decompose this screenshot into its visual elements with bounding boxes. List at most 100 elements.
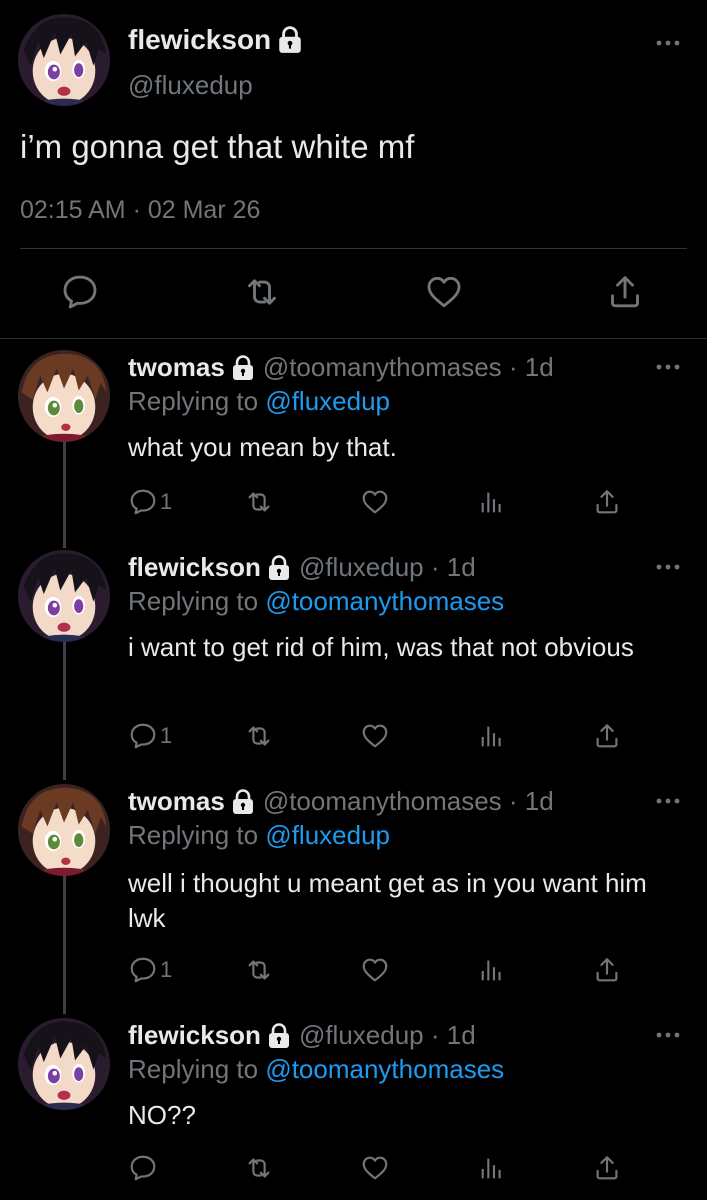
mention-link[interactable]: @toomanythomases <box>265 586 504 616</box>
views-icon <box>476 721 506 751</box>
mention-link[interactable]: @fluxedup <box>265 386 390 416</box>
main-tweet: flewickson @fluxedup i’m gonna get that … <box>0 0 707 338</box>
display-name[interactable]: twomas <box>128 786 225 817</box>
display-name[interactable]: twomas <box>128 352 225 383</box>
views-icon <box>476 955 506 985</box>
action-bar <box>0 1152 707 1188</box>
views-icon <box>476 487 506 517</box>
reply-count: 1 <box>160 489 173 514</box>
reply-tweet[interactable]: twomas @toomanythomases · 1d Replying to… <box>0 338 707 548</box>
handle-time[interactable]: @fluxedup · 1d <box>299 1020 476 1051</box>
reply-text: what you mean by that. <box>128 432 397 462</box>
reply-button[interactable]: 1 <box>128 720 172 752</box>
replying-to: Replying to @fluxedup <box>128 386 390 417</box>
reply-icon[interactable] <box>60 272 100 312</box>
share-icon[interactable] <box>605 272 645 312</box>
views-icon <box>476 1153 506 1183</box>
retweet-icon <box>244 721 274 751</box>
handle-time[interactable]: @toomanythomases · 1d <box>263 352 554 383</box>
lock-icon <box>277 26 303 54</box>
like-icon <box>360 1153 390 1183</box>
author-row: flewickson <box>128 24 303 56</box>
replying-prefix: Replying to <box>128 820 266 850</box>
more-icon[interactable] <box>655 562 681 572</box>
reply-header: flewickson @fluxedup · 1d <box>128 552 476 583</box>
like-icon <box>360 487 390 517</box>
reply-tweet[interactable]: flewickson @fluxedup · 1d Replying to @t… <box>0 538 707 772</box>
share-icon <box>592 955 622 985</box>
reply-text: well i thought u meant get as in you wan… <box>128 868 647 933</box>
lock-icon <box>231 789 255 815</box>
share-button[interactable] <box>592 720 622 752</box>
reply-icon <box>128 487 158 517</box>
reply-text: i want to get rid of him, was that not o… <box>128 632 634 662</box>
like-icon <box>360 721 390 751</box>
reply-button[interactable] <box>128 1152 160 1184</box>
share-button[interactable] <box>592 1152 622 1184</box>
handle-time[interactable]: @toomanythomases · 1d <box>263 786 554 817</box>
share-button[interactable] <box>592 954 622 986</box>
retweet-icon[interactable] <box>242 272 282 312</box>
retweet-button[interactable] <box>244 954 274 986</box>
replying-prefix: Replying to <box>128 586 266 616</box>
display-name[interactable]: flewickson <box>128 24 271 56</box>
replying-prefix: Replying to <box>128 386 266 416</box>
retweet-button[interactable] <box>244 486 274 518</box>
replying-prefix: Replying to <box>128 1054 266 1084</box>
more-icon[interactable] <box>655 796 681 806</box>
views-button[interactable] <box>476 720 506 752</box>
retweet-button[interactable] <box>244 1152 274 1184</box>
avatar[interactable] <box>18 14 110 106</box>
like-button[interactable] <box>360 954 390 986</box>
avatar[interactable] <box>18 550 110 642</box>
more-icon[interactable] <box>655 38 681 48</box>
reply-text: NO?? <box>128 1100 196 1130</box>
retweet-icon <box>244 487 274 517</box>
timestamp[interactable]: 02:15 AM · 02 Mar 26 <box>20 196 260 225</box>
views-button[interactable] <box>476 954 506 986</box>
reply-count: 1 <box>160 723 173 748</box>
reply-button[interactable]: 1 <box>128 486 172 518</box>
display-name[interactable]: flewickson <box>128 552 261 583</box>
more-icon[interactable] <box>655 362 681 372</box>
reply-count: 1 <box>160 957 173 982</box>
avatar[interactable] <box>18 1018 110 1110</box>
replying-to: Replying to @fluxedup <box>128 820 390 851</box>
display-name[interactable]: flewickson <box>128 1020 261 1051</box>
reply-header: twomas @toomanythomases · 1d <box>128 352 554 383</box>
retweet-icon <box>244 955 274 985</box>
views-button[interactable] <box>476 1152 506 1184</box>
avatar[interactable] <box>18 784 110 876</box>
replying-to: Replying to @toomanythomases <box>128 1054 504 1085</box>
share-icon <box>592 487 622 517</box>
lock-icon <box>267 1023 291 1049</box>
mention-link[interactable]: @fluxedup <box>265 820 390 850</box>
retweet-icon <box>244 1153 274 1183</box>
action-bar: 1 <box>0 954 707 990</box>
share-button[interactable] <box>592 486 622 518</box>
share-icon <box>592 721 622 751</box>
share-icon <box>592 1153 622 1183</box>
action-bar: 1 <box>0 720 707 756</box>
reply-tweet[interactable]: twomas @toomanythomases · 1d Replying to… <box>0 772 707 1006</box>
reply-icon <box>128 721 158 751</box>
handle-time[interactable]: @fluxedup · 1d <box>299 552 476 583</box>
lock-icon <box>267 555 291 581</box>
avatar[interactable] <box>18 350 110 442</box>
retweet-button[interactable] <box>244 720 274 752</box>
lock-icon <box>231 355 255 381</box>
like-icon[interactable] <box>424 272 464 312</box>
tweet-text: i’m gonna get that white mf <box>20 128 415 165</box>
views-button[interactable] <box>476 486 506 518</box>
like-button[interactable] <box>360 1152 390 1184</box>
reply-icon <box>128 1153 158 1183</box>
mention-link[interactable]: @toomanythomases <box>265 1054 504 1084</box>
action-bar: 1 <box>0 486 707 522</box>
reply-button[interactable]: 1 <box>128 954 172 986</box>
more-icon[interactable] <box>655 1030 681 1040</box>
like-button[interactable] <box>360 486 390 518</box>
divider <box>20 248 687 249</box>
like-button[interactable] <box>360 720 390 752</box>
handle[interactable]: @fluxedup <box>128 70 253 101</box>
reply-tweet[interactable]: flewickson @fluxedup · 1d Replying to @t… <box>0 1006 707 1200</box>
